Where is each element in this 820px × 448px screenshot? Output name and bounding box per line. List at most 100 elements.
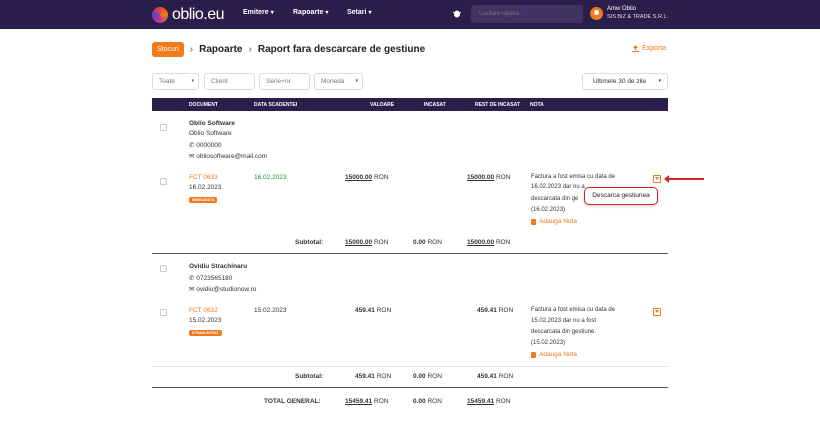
document-icon <box>531 351 536 358</box>
value-amount: 459.41 <box>355 307 375 314</box>
breadcrumb: Stocuri › Rapoarte › Raport fara descarc… <box>152 42 425 57</box>
note-line: (15.02.2023) <box>531 340 566 346</box>
search-input[interactable] <box>471 5 583 23</box>
export-label: Exporta <box>642 45 667 52</box>
subtotal-label: Subtotal: <box>295 239 324 246</box>
currency: RON <box>373 174 389 181</box>
bug-icon[interactable] <box>452 9 462 18</box>
breadcrumb-stocuri[interactable]: Stocuri <box>152 42 184 57</box>
chevron-down-icon: ▾ <box>658 78 661 84</box>
col-due-date: DATA SCADENTEI <box>254 102 298 108</box>
total-rest: 15459.41 RON <box>467 398 510 405</box>
nav-setari[interactable]: Setari ▾ <box>347 9 371 16</box>
filter-series-input[interactable]: Serie+nr <box>259 73 310 90</box>
avatar[interactable] <box>590 7 603 20</box>
nav-label: Setari <box>347 9 367 16</box>
subtotal-label: Subtotal: <box>295 373 324 380</box>
currency: RON <box>427 239 442 246</box>
subtotal-rest: 15000.00 RON <box>467 239 510 246</box>
currency: RON <box>495 239 511 246</box>
invoice-date: 15.02.2023 <box>189 317 222 324</box>
invoice-number-link[interactable]: FCT 0633 <box>189 174 218 181</box>
chevron-right-icon: › <box>248 44 252 55</box>
nav-label: Rapoarte <box>293 9 324 16</box>
period-select[interactable]: Ultimele 30 de zile ▾ <box>582 73 668 90</box>
paid-amount: 0.00 <box>413 373 426 380</box>
phone-value: 0723565180 <box>196 275 233 282</box>
note-line: 16.02.2023 dar nu a <box>531 184 585 190</box>
currency: RON <box>427 373 442 380</box>
filter-client-input[interactable]: Client <box>204 73 255 90</box>
export-button[interactable]: Exporta <box>632 45 666 52</box>
subtotal-rest: 459.41 RON <box>477 373 513 380</box>
upload-icon <box>632 45 639 52</box>
currency: RON <box>376 307 392 314</box>
total-amount: 15459.41 <box>345 398 373 405</box>
logo-icon <box>152 7 168 23</box>
download-stock-icon[interactable] <box>653 308 661 316</box>
invoice-rest: 459.41 RON <box>477 307 513 314</box>
currency: RON <box>376 373 392 380</box>
tooltip-descarca-gestiunea[interactable]: Descarca gestiunea <box>584 187 658 205</box>
add-note-label: Adauga Nota <box>539 351 577 358</box>
currency: RON <box>498 307 514 314</box>
rest-amount: 459.41 <box>477 307 497 314</box>
breadcrumb-rapoarte[interactable]: Rapoarte <box>199 44 242 55</box>
client-phone: ✆ 0000000 <box>189 141 222 149</box>
nav-rapoarte[interactable]: Rapoarte ▾ <box>293 9 328 16</box>
chevron-down-icon: ▾ <box>368 10 372 16</box>
subtotal-paid: 0.00 RON <box>413 239 442 246</box>
email-value: ovidiu@studionow.ro <box>196 286 257 293</box>
filter-all-select[interactable]: Toate ▾ <box>152 73 199 90</box>
client-name[interactable]: Ovidiu Strachinaru <box>189 263 247 270</box>
total-label: TOTAL GENERAL: <box>264 398 321 405</box>
period-value: Ultimele 30 de zile <box>593 78 647 85</box>
nav-emitere[interactable]: Emitere ▾ <box>243 9 274 16</box>
client-phone: ✆ 0723565180 <box>189 274 232 282</box>
rest-amount: 459.41 <box>477 373 497 380</box>
currency: RON <box>495 174 511 181</box>
subtotal-amount: 15000.00 <box>345 239 373 246</box>
paid-amount: 0.00 <box>413 239 426 246</box>
chevron-down-icon: ▾ <box>355 78 358 84</box>
client-checkbox[interactable] <box>160 265 167 272</box>
add-note-link[interactable]: Adauga Nota <box>531 351 577 358</box>
currency: RON <box>373 239 389 246</box>
client-name[interactable]: Oblio Software <box>189 120 235 127</box>
invoice-checkbox[interactable] <box>160 309 167 316</box>
due-date: 15.02.2023 <box>254 307 287 314</box>
invoice-number-link[interactable]: FCT 0632 <box>189 307 218 314</box>
chevron-right-icon: › <box>189 44 194 55</box>
filter-all-value: Toate <box>159 78 175 85</box>
divider <box>152 253 668 254</box>
logo[interactable]: oblio.eu <box>152 6 225 24</box>
client-company: Oblio Software <box>189 130 232 137</box>
divider <box>152 366 668 367</box>
due-date: 16.02.2023 <box>254 174 287 181</box>
note-line: descarcata din gestiune. <box>531 329 597 335</box>
total-paid: 0.00 RON <box>413 398 442 405</box>
user-name[interactable]: Amw Oblio <box>607 6 636 12</box>
nav-label: Emitere <box>243 9 269 16</box>
filter-currency-select[interactable]: Moneda ▾ <box>314 73 363 90</box>
filter-series-placeholder: Serie+nr <box>266 78 291 85</box>
page-title: Raport fara descarcare de gestiune <box>257 44 426 55</box>
table-header: DOCUMENT DATA SCADENTEI VALOARE INCASAT … <box>152 98 668 111</box>
currency: RON <box>373 398 389 405</box>
client-email: ✉ ovidiu@studionow.ro <box>189 285 256 293</box>
subtotal-amount: 459.41 <box>355 373 375 380</box>
rest-amount: 15000.00 <box>467 239 495 246</box>
phone-value: 0000000 <box>196 142 222 149</box>
download-stock-icon[interactable] <box>653 175 661 183</box>
add-note-link[interactable]: Adauga Nota <box>531 218 577 225</box>
client-checkbox[interactable] <box>160 124 167 131</box>
subtotal-value: 459.41 RON <box>355 373 391 380</box>
value-amount: 15000.00 <box>345 174 373 181</box>
invoice-checkbox[interactable] <box>160 178 167 185</box>
filter-currency-value: Moneda <box>321 78 345 85</box>
user-company: SIS BIZ & TRADE S.R.L. <box>607 14 669 20</box>
chevron-down-icon: ▾ <box>270 10 274 16</box>
col-note: NOTA <box>530 102 544 108</box>
note-line: 15.02.2023 dar nu a fost <box>531 318 597 324</box>
logo-text: oblio.eu <box>172 6 225 23</box>
